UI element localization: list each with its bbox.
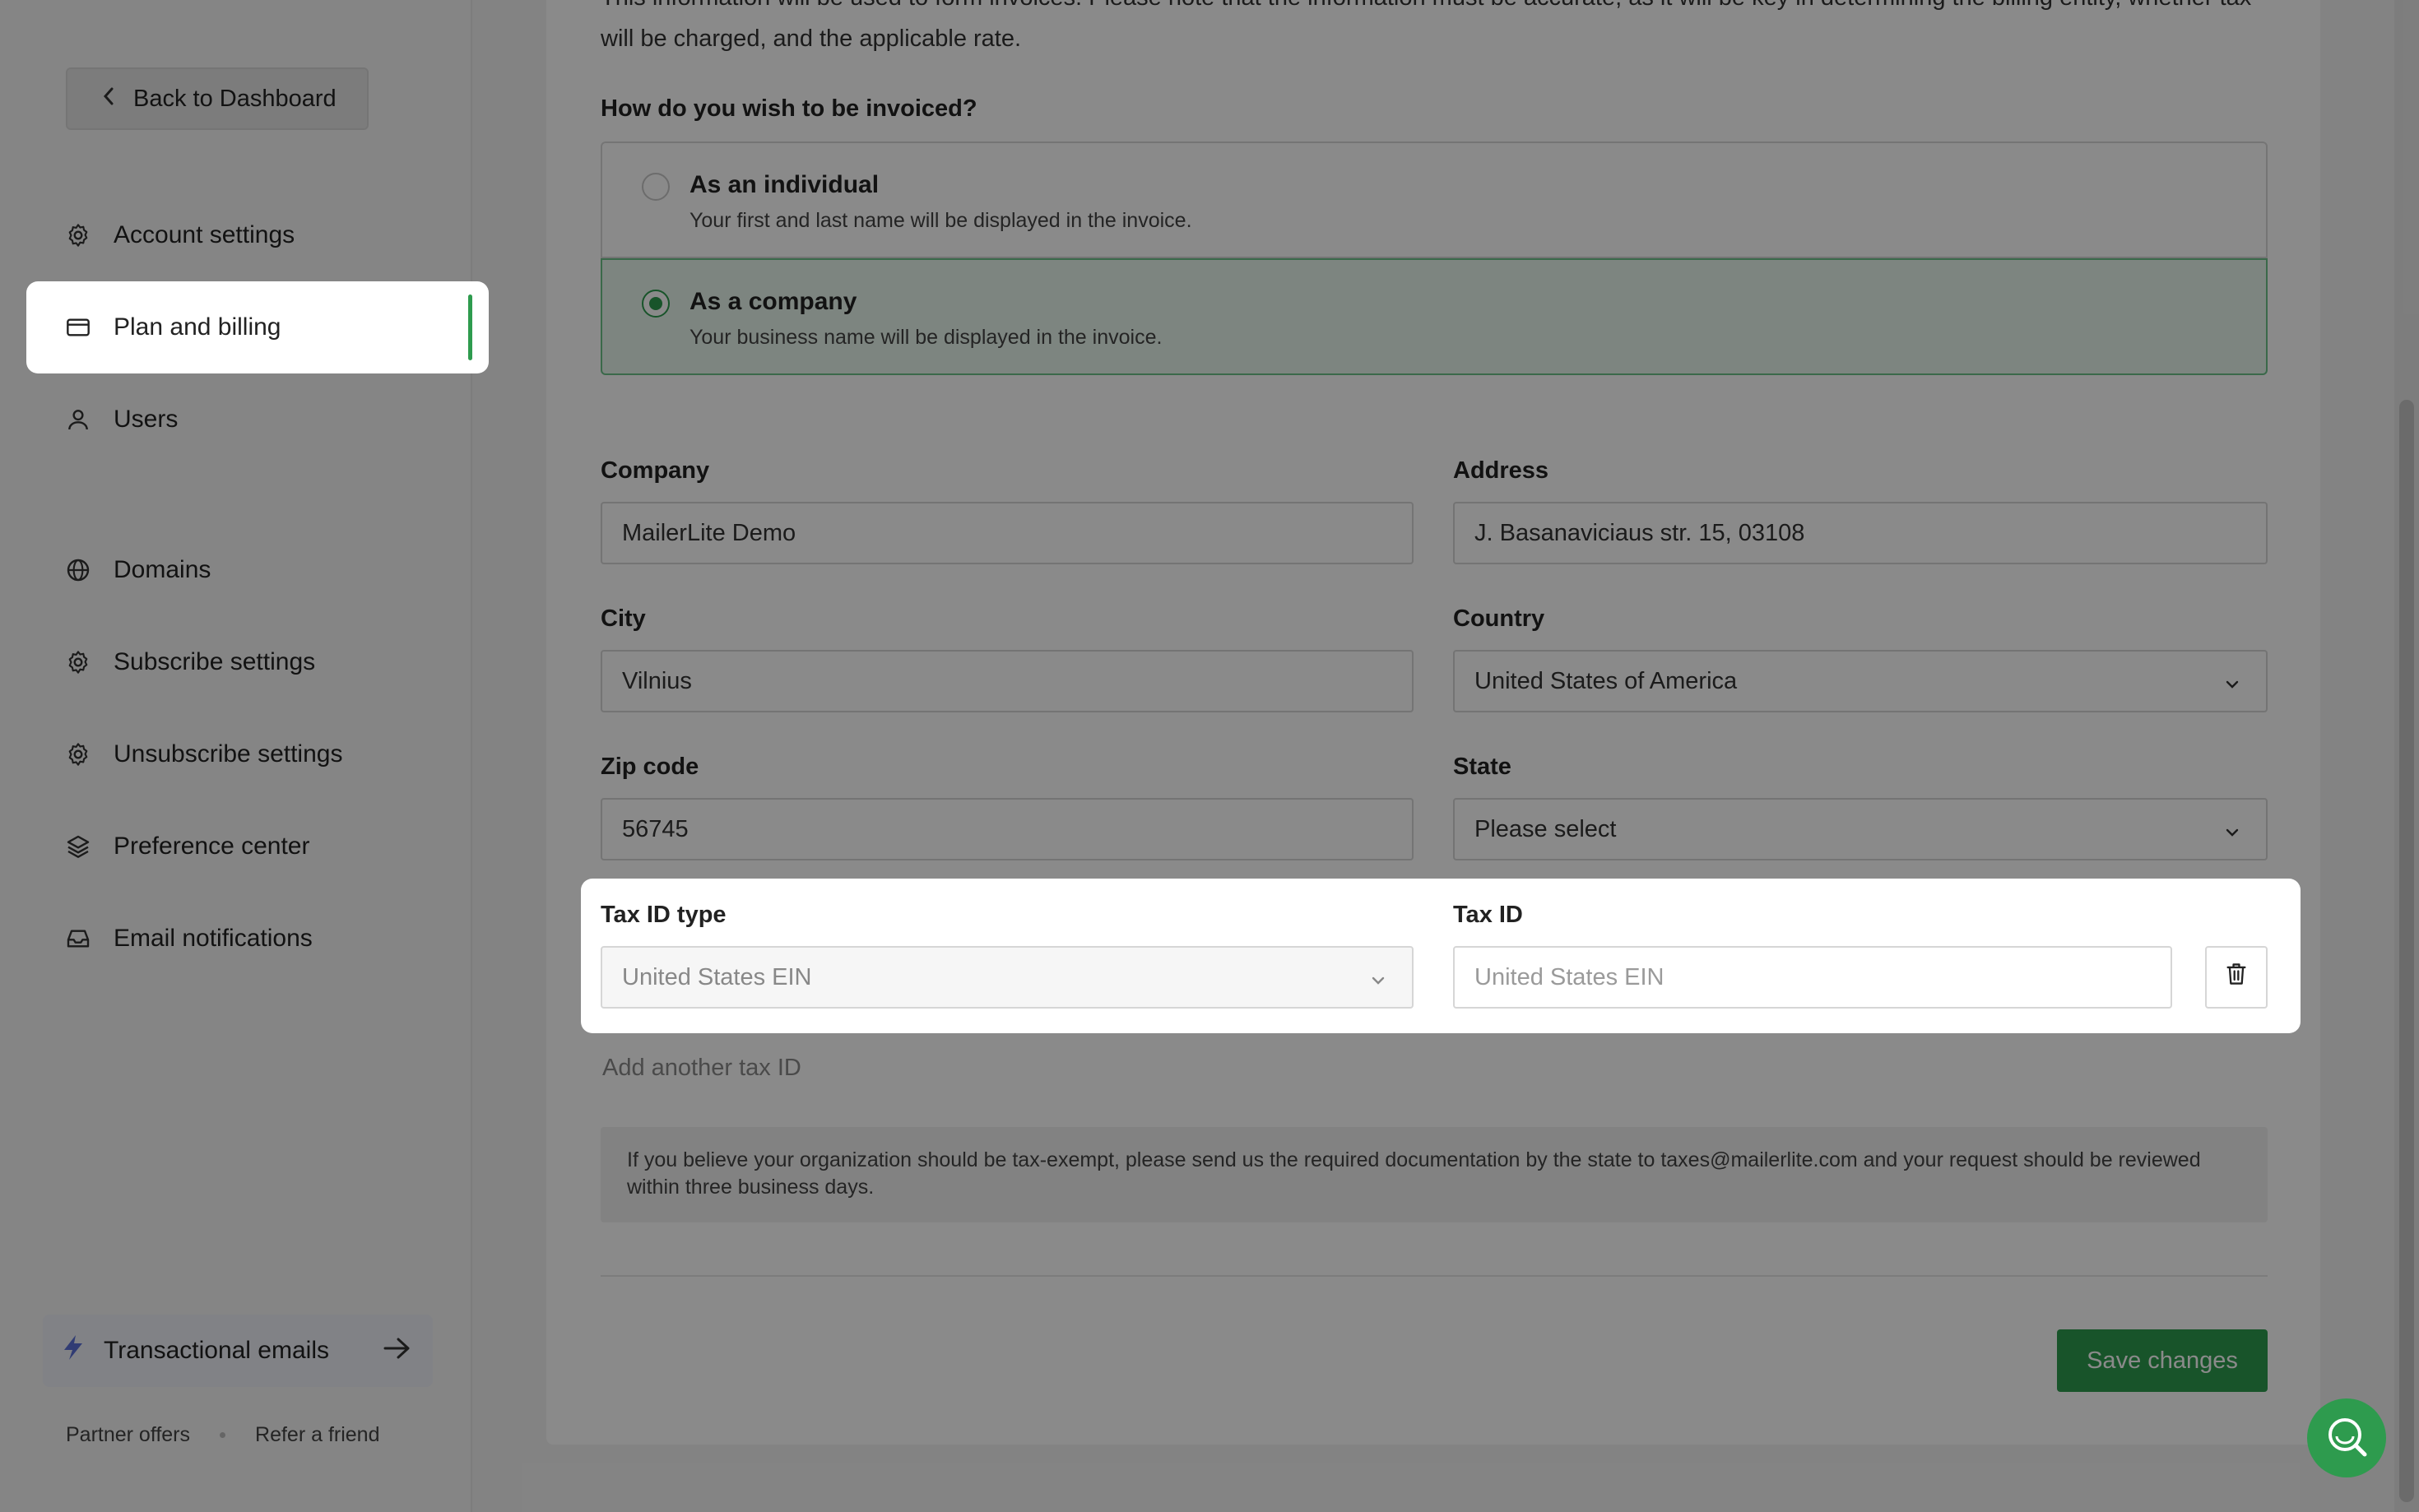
save-changes-button[interactable]: Save changes <box>2057 1329 2268 1392</box>
city-label: City <box>601 605 646 632</box>
invoice-option-individual[interactable]: As an individual Your first and last nam… <box>601 141 2268 258</box>
invoice-question: How do you wish to be invoiced? <box>601 95 977 122</box>
credit-card-icon <box>64 313 92 341</box>
delete-tax-id-button[interactable] <box>2205 946 2268 1009</box>
divider <box>601 1275 2268 1277</box>
sidebar-item-label: Domains <box>114 556 211 583</box>
search-icon <box>2322 1412 2371 1465</box>
country-label: Country <box>1453 605 1545 632</box>
transactional-emails-button[interactable]: Transactional emails <box>43 1315 433 1387</box>
partner-offers-link[interactable]: Partner offers <box>66 1423 190 1447</box>
address-value: J. Basanaviciaus str. 15, 03108 <box>1474 519 1805 546</box>
sidebar-item-unsubscribe-settings[interactable]: Unsubscribe settings <box>26 708 489 800</box>
sidebar: Back to Dashboard Account settings Users… <box>0 0 472 1512</box>
option-title: As a company <box>689 288 857 315</box>
zip-value: 56745 <box>622 815 689 842</box>
active-indicator <box>468 295 472 360</box>
sidebar-item-plan-and-billing[interactable]: Plan and billing <box>26 281 489 373</box>
company-label: Company <box>601 457 710 484</box>
tax-id-highlight-panel: Tax ID type United States EIN Tax ID <box>581 879 2301 1033</box>
inbox-icon <box>64 925 92 953</box>
sidebar-item-label: Plan and billing <box>114 313 281 341</box>
sidebar-item-label: Subscribe settings <box>114 648 316 675</box>
chevron-down-icon <box>2223 673 2241 700</box>
sidebar-item-preference-center[interactable]: Preference center <box>26 800 489 893</box>
address-field[interactable]: J. Basanaviciaus str. 15, 03108 <box>1453 502 2268 564</box>
page: Back to Dashboard Account settings Users… <box>0 0 2419 1512</box>
zip-field[interactable]: 56745 <box>601 798 1414 860</box>
tax-id-input[interactable] <box>1474 963 2171 991</box>
back-to-dashboard-button[interactable]: Back to Dashboard <box>66 67 369 130</box>
sidebar-item-label: Preference center <box>114 833 310 860</box>
country-select[interactable]: United States of America <box>1453 650 2268 712</box>
transactional-label: Transactional emails <box>104 1337 329 1364</box>
sidebar-item-users[interactable]: Users <box>26 373 489 466</box>
sidebar-footer: Partner offers Refer a friend <box>66 1423 379 1447</box>
zip-label: Zip code <box>601 754 699 780</box>
tax-exempt-notice: If you believe your organization should … <box>601 1127 2268 1222</box>
sidebar-item-label: Account settings <box>114 221 295 248</box>
sidebar-item-label: Users <box>114 406 179 433</box>
sidebar-item-domains[interactable]: Domains <box>26 524 489 616</box>
user-icon <box>64 406 92 434</box>
state-label: State <box>1453 754 1511 780</box>
lightning-icon <box>61 1333 86 1368</box>
gear-icon <box>64 221 92 249</box>
city-value: Vilnius <box>622 667 692 694</box>
country-value: United States of America <box>1474 667 1738 694</box>
tax-id-field[interactable] <box>1453 946 2172 1009</box>
chevron-down-icon <box>1369 969 1387 996</box>
option-subtitle: Your business name will be displayed in … <box>689 326 1163 349</box>
chevron-down-icon <box>2223 821 2241 848</box>
sidebar-item-label: Email notifications <box>114 925 313 952</box>
gear-icon <box>64 648 92 676</box>
tax-id-type-select[interactable]: United States EIN <box>601 946 1414 1009</box>
separator-dot <box>220 1432 226 1438</box>
state-value: Please select <box>1474 815 1617 842</box>
address-label: Address <box>1453 457 1549 484</box>
back-label: Back to Dashboard <box>133 85 337 112</box>
invoice-option-company[interactable]: As a company Your business name will be … <box>601 258 2268 375</box>
state-select[interactable]: Please select <box>1453 798 2268 860</box>
layers-icon <box>64 833 92 860</box>
sidebar-item-label: Unsubscribe settings <box>114 740 343 768</box>
radio-individual[interactable] <box>642 173 670 201</box>
trash-icon <box>2225 962 2248 993</box>
arrow-right-icon <box>383 1335 411 1367</box>
refer-friend-link[interactable]: Refer a friend <box>255 1423 379 1447</box>
tax-id-type-value: United States EIN <box>622 963 812 990</box>
add-another-tax-id-link[interactable]: Add another tax ID <box>602 1055 801 1082</box>
option-title: As an individual <box>689 171 880 198</box>
tax-id-label: Tax ID <box>1453 902 1523 928</box>
chevron-left-icon <box>102 86 115 113</box>
company-field[interactable]: MailerLite Demo <box>601 502 1414 564</box>
tax-id-type-label: Tax ID type <box>601 902 727 928</box>
sidebar-item-account-settings[interactable]: Account settings <box>26 189 489 281</box>
option-subtitle: Your first and last name will be display… <box>689 209 1192 232</box>
sidebar-item-subscribe-settings[interactable]: Subscribe settings <box>26 616 489 708</box>
radio-company[interactable] <box>642 290 670 318</box>
globe-icon <box>64 556 92 584</box>
sidebar-item-email-notifications[interactable]: Email notifications <box>26 893 489 985</box>
company-value: MailerLite Demo <box>622 519 796 546</box>
intro-text: This information will be used to form in… <box>601 0 2251 52</box>
city-field[interactable]: Vilnius <box>601 650 1414 712</box>
gear-icon <box>64 740 92 768</box>
help-search-button[interactable] <box>2307 1398 2386 1477</box>
scrollbar-thumb[interactable] <box>2399 400 2414 1502</box>
